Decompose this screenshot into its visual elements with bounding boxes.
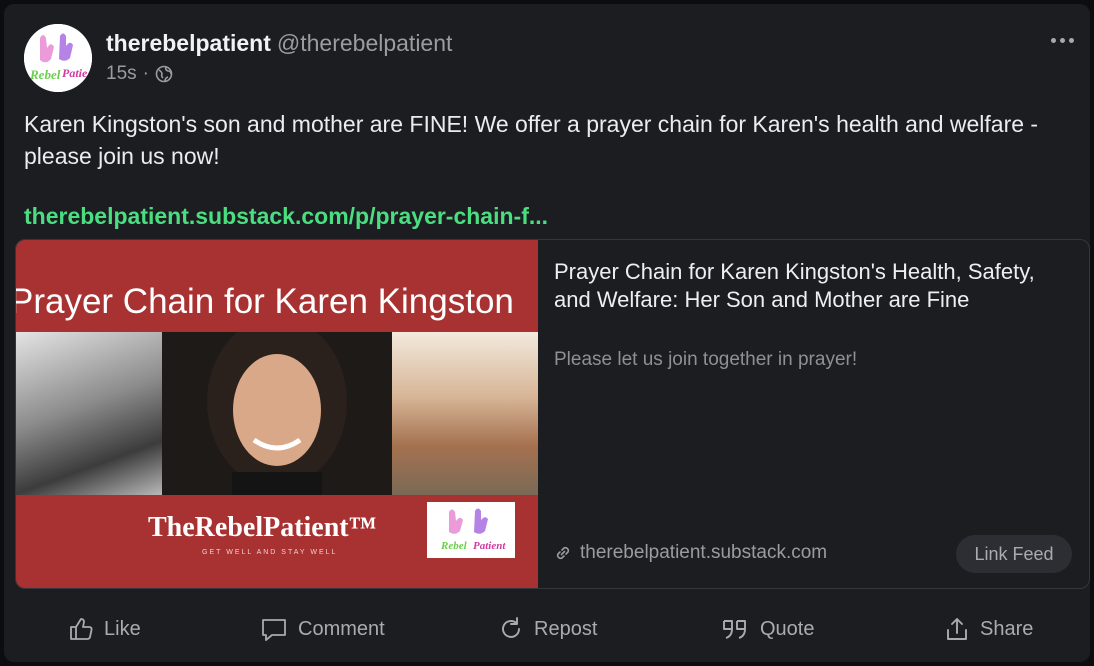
author-handle[interactable]: @therebelpatient (277, 30, 453, 56)
like-button[interactable]: Like (68, 609, 141, 649)
timestamp[interactable]: 15s (106, 63, 137, 85)
avatar[interactable]: Rebel Patie (24, 24, 92, 92)
svg-text:Rebel: Rebel (29, 67, 61, 82)
action-bar: Like Comment Repost Quote Share (4, 609, 1090, 649)
preview-domain[interactable]: therebelpatient.substack.com (554, 542, 827, 564)
comment-icon (262, 619, 286, 641)
preview-domain-text: therebelpatient.substack.com (580, 542, 828, 563)
link-icon (556, 546, 570, 560)
more-options-icon[interactable] (1048, 30, 1076, 50)
praying-hands-photo (16, 332, 162, 495)
thumbs-up-icon (70, 618, 93, 640)
preview-image-tagline: GET WELL AND STAY WELL (202, 549, 338, 556)
quote-label: Quote (760, 617, 815, 640)
author-line: therebelpatient @therebelpatient (106, 30, 452, 57)
preview-image-logo: Rebel Patient (427, 502, 515, 558)
svg-text:Rebel: Rebel (440, 540, 468, 552)
bible-hands-photo (392, 332, 538, 495)
quote-icon (723, 620, 746, 639)
repost-icon (502, 617, 520, 638)
preview-image: Prayer Chain for Karen Kingston TheRebel… (16, 240, 538, 588)
meta-separator: · (142, 63, 149, 84)
comment-label: Comment (298, 617, 385, 640)
post-meta: 15s · (106, 63, 173, 85)
comment-button[interactable]: Comment (260, 609, 385, 649)
svg-text:Patient: Patient (473, 540, 506, 552)
post-link[interactable]: therebelpatient.substack.com/p/prayer-ch… (24, 203, 548, 230)
like-label: Like (104, 617, 141, 640)
portrait-photo (162, 317, 392, 502)
share-icon (947, 618, 967, 640)
link-preview-card[interactable]: Prayer Chain for Karen Kingston TheRebel… (15, 239, 1090, 589)
preview-image-title: Prayer Chain for Karen Kingston (16, 282, 514, 321)
repost-button[interactable]: Repost (498, 609, 597, 649)
svg-text:Patie: Patie (62, 66, 88, 80)
preview-image-brand: TheRebelPatient™ (148, 512, 377, 543)
preview-description: Please let us join together in prayer! (554, 349, 858, 370)
quote-button[interactable]: Quote (720, 609, 814, 649)
link-feed-button[interactable]: Link Feed (956, 535, 1072, 573)
post-body: Karen Kingston's son and mother are FINE… (24, 111, 1039, 169)
share-label: Share (980, 617, 1034, 640)
preview-title[interactable]: Prayer Chain for Karen Kingston's Health… (554, 258, 1074, 314)
share-button[interactable]: Share (944, 609, 1033, 649)
rebel-patient-logo: Rebel Patie (24, 24, 92, 92)
globe-icon (155, 65, 173, 83)
author-name[interactable]: therebelpatient (106, 30, 271, 56)
repost-label: Repost (534, 617, 598, 640)
post-card: Rebel Patie therebelpatient @therebelpati… (4, 4, 1090, 662)
